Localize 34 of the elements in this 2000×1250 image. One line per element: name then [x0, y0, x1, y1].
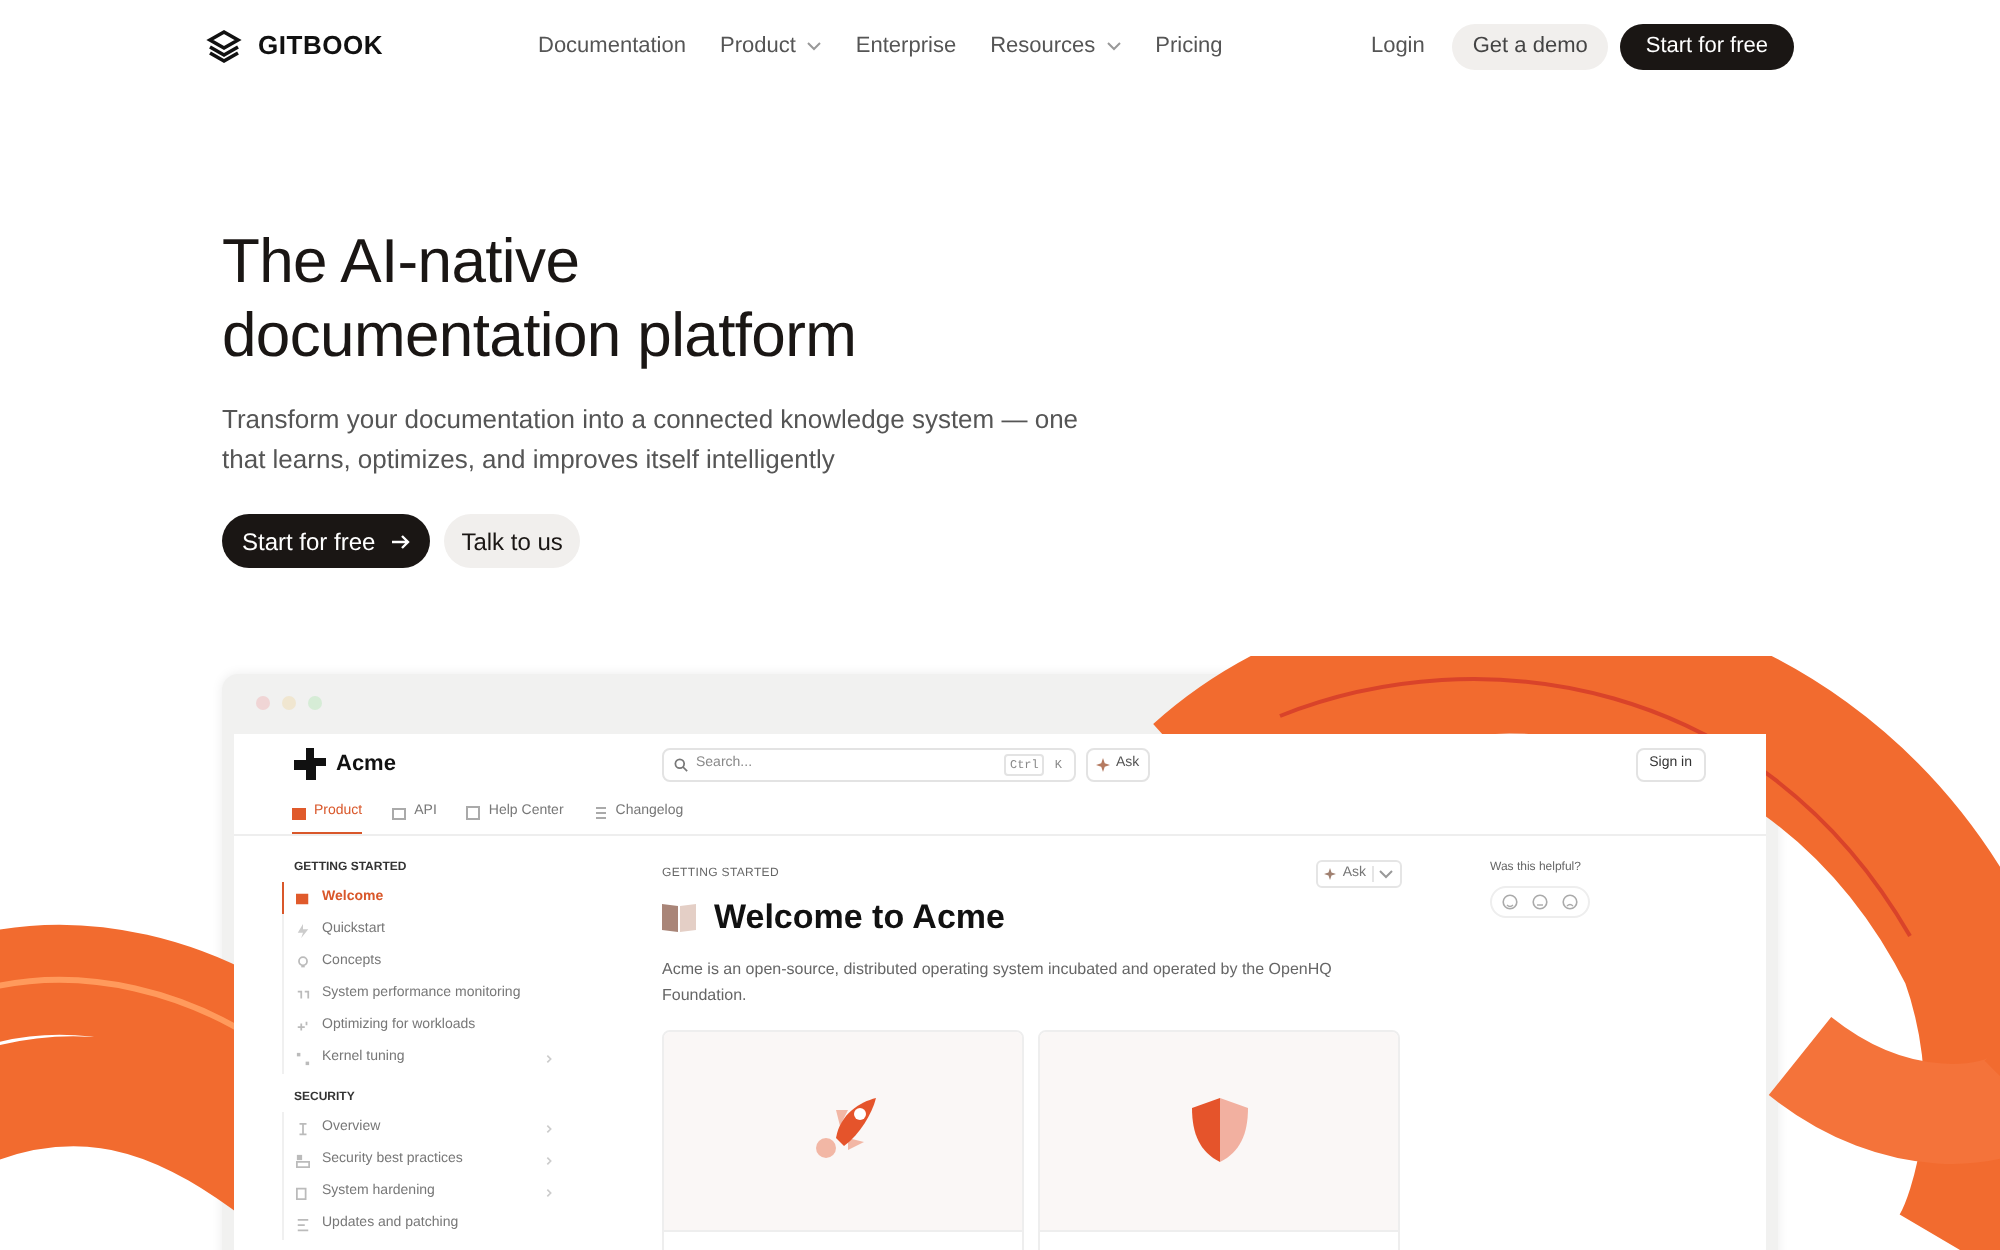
search-icon — [674, 757, 688, 771]
nav-link[interactable]: Resources — [990, 29, 1122, 63]
login-link[interactable]: Login — [1370, 29, 1425, 63]
tab-icon — [292, 805, 306, 819]
face-icon[interactable] — [1562, 894, 1578, 910]
hero-title: The AI-native documentation platform — [222, 224, 859, 372]
feature-card[interactable] — [662, 1029, 1024, 1250]
feature-card[interactable] — [1038, 1029, 1400, 1250]
page-description: Acme is an open-source, distributed operating system incubated and operated by the OpenHQ Foundation. — [662, 957, 1334, 1007]
nav-link[interactable]: Enterprise — [855, 29, 957, 63]
get-demo-button[interactable]: Get a demo — [1452, 23, 1608, 69]
start-free-button[interactable]: Start for free — [1619, 23, 1794, 69]
page-title: Welcome to Acme — [714, 896, 1005, 940]
logo-icon — [206, 28, 242, 64]
arrow-right-icon — [389, 531, 410, 551]
tab-icon — [593, 805, 608, 819]
nav-link[interactable]: Product — [720, 29, 822, 63]
talk-to-us-button[interactable]: Talk to us — [443, 514, 581, 568]
chevron-down-icon — [1378, 866, 1394, 882]
shield-icon — [1187, 1094, 1251, 1166]
brand-name[interactable]: GITBOOK — [258, 26, 383, 66]
tab-icon — [392, 805, 407, 819]
start-free-button[interactable]: Start for free — [222, 514, 430, 568]
face-icon[interactable] — [1532, 894, 1548, 910]
nav-link[interactable]: Documentation — [538, 29, 686, 63]
hero-subtitle: Transform your documentation into a connected knowledge system — one that learns, optimizes, and improves itself intelligently — [222, 402, 1081, 478]
tab-icon — [466, 805, 481, 819]
sparkle-icon — [1096, 757, 1110, 771]
plus-logo-icon — [294, 748, 326, 780]
sparkle-icon — [1324, 868, 1337, 880]
face-icon[interactable] — [1502, 894, 1518, 910]
nav-link[interactable]: Pricing — [1155, 29, 1223, 63]
brand-name[interactable]: Acme — [336, 747, 396, 781]
book-icon — [662, 902, 696, 933]
